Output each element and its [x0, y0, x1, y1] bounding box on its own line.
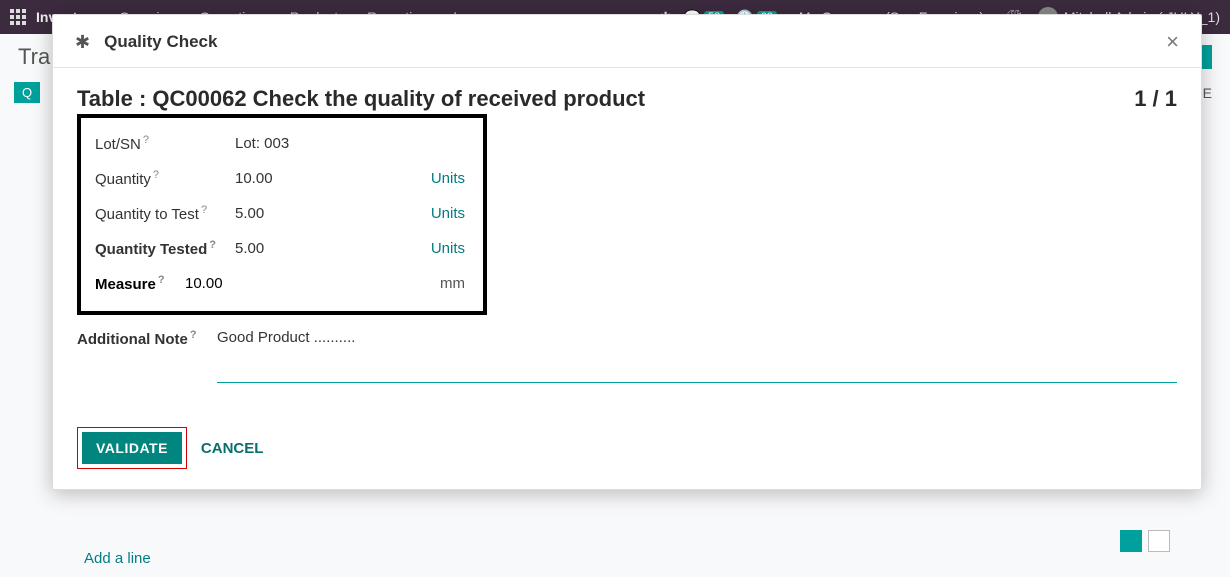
row-action-icon-2[interactable]: [1148, 530, 1170, 552]
quantity-row: Quantity? 10.00 Units: [95, 161, 469, 196]
help-icon[interactable]: ?: [190, 329, 197, 341]
help-icon[interactable]: ?: [158, 274, 165, 286]
add-a-line-link[interactable]: Add a line: [84, 550, 151, 567]
measure-value[interactable]: 10.00: [185, 275, 245, 292]
qc-heading: Table : QC00062 Check the quality of rec…: [77, 86, 645, 112]
modal-title: Quality Check: [104, 32, 217, 52]
modal-header: ✱ Quality Check ×: [53, 15, 1201, 68]
quantity-tested-value[interactable]: 5.00: [235, 240, 355, 257]
row-action-icons: [1120, 530, 1170, 552]
quality-button-fragment[interactable]: Q: [14, 82, 40, 103]
measure-label: Measure?: [95, 274, 185, 293]
quality-check-modal: ✱ Quality Check × Table : QC00062 Check …: [52, 14, 1202, 490]
help-icon[interactable]: ?: [153, 169, 159, 181]
modal-body: Table : QC00062 Check the quality of rec…: [53, 68, 1201, 489]
measure-row: Measure? 10.00 mm: [95, 266, 469, 301]
validate-highlight: VALIDATE: [77, 427, 187, 469]
validate-button[interactable]: VALIDATE: [82, 432, 182, 464]
bug-icon: ✱: [75, 32, 90, 53]
lot-value[interactable]: Lot: 003: [235, 135, 355, 152]
quantity-to-test-unit[interactable]: Units: [431, 205, 465, 222]
quantity-label: Quantity?: [95, 169, 235, 188]
quantity-unit[interactable]: Units: [431, 170, 465, 187]
quantity-to-test-row: Quantity to Test? 5.00 Units: [95, 196, 469, 231]
row-action-icon-1[interactable]: [1120, 530, 1142, 552]
quantity-to-test-value[interactable]: 5.00: [235, 205, 355, 222]
lot-row: Lot/SN? Lot: 003: [95, 126, 469, 161]
qc-fields-box: Lot/SN? Lot: 003 Quantity? 10.00 Units Q…: [77, 114, 487, 315]
help-icon[interactable]: ?: [201, 204, 207, 216]
modal-actions: VALIDATE CANCEL: [77, 427, 1177, 469]
help-icon[interactable]: ?: [209, 239, 216, 251]
quantity-tested-unit[interactable]: Units: [431, 240, 465, 257]
lot-label: Lot/SN?: [95, 134, 235, 153]
cancel-button[interactable]: CANCEL: [201, 440, 264, 457]
additional-note-value[interactable]: Good Product ..........: [217, 329, 1177, 383]
quantity-tested-row: Quantity Tested? 5.00 Units: [95, 231, 469, 266]
quantity-to-test-label: Quantity to Test?: [95, 204, 235, 223]
qc-counter: 1 / 1: [1134, 86, 1177, 112]
breadcrumb-fragment: Tra: [18, 44, 50, 70]
quantity-tested-label: Quantity Tested?: [95, 239, 235, 258]
measure-unit: mm: [440, 275, 465, 292]
apps-grid-icon[interactable]: [10, 9, 26, 25]
additional-note-label: Additional Note?: [77, 329, 217, 348]
quantity-value[interactable]: 10.00: [235, 170, 355, 187]
help-icon[interactable]: ?: [143, 134, 149, 146]
additional-note-row: Additional Note? Good Product ..........: [77, 329, 1177, 383]
close-icon[interactable]: ×: [1166, 31, 1179, 53]
